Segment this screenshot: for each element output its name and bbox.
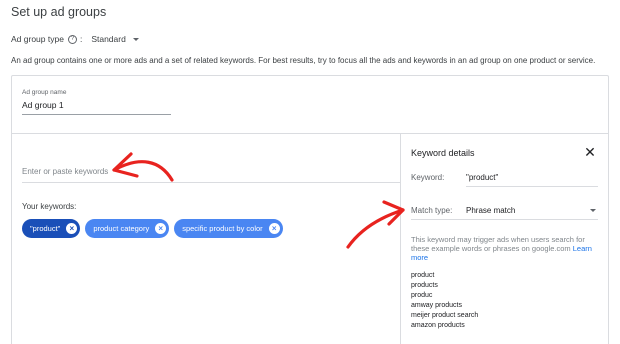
keyword-chips: "product" × product category × specific … (22, 219, 283, 238)
keyword-chip-label: "product" (30, 224, 61, 233)
match-type-hint: This keyword may trigger ads when users … (411, 235, 601, 262)
page-title: Set up ad groups (11, 5, 107, 19)
match-type-value: Phrase match (466, 206, 516, 215)
list-item: products (411, 282, 438, 289)
remove-chip-icon[interactable]: × (66, 223, 78, 234)
your-keywords-label: Your keywords: (22, 202, 77, 211)
keyword-value-field[interactable]: "product" (466, 173, 498, 182)
keyword-details-title: Keyword details (411, 148, 475, 158)
list-item: meijer product search (411, 312, 479, 319)
ad-group-type-select[interactable]: Standard (91, 34, 139, 44)
hint-text: This keyword may trigger ads when users … (411, 235, 585, 253)
ad-group-name-underline (22, 114, 171, 115)
ad-group-name-label: Ad group name (22, 89, 67, 96)
keyword-chip[interactable]: product category × (85, 219, 170, 238)
match-type-label: Match type: (411, 206, 453, 215)
keyword-label: Keyword: (411, 173, 445, 182)
chevron-down-icon (590, 209, 596, 212)
keyword-details-panel: Keyword details ✕ Keyword: "product" Mat… (400, 134, 608, 344)
keyword-chip[interactable]: "product" × (22, 219, 81, 238)
ad-group-card: Ad group name Ad group 1 Enter or paste … (11, 75, 609, 344)
remove-chip-icon[interactable]: × (155, 223, 167, 234)
ad-group-description: An ad group contains one or more ads and… (11, 56, 596, 65)
match-type-underline (411, 219, 598, 220)
keyword-field-underline (466, 186, 598, 187)
match-type-select[interactable]: Phrase match (466, 204, 598, 218)
ad-group-type-colon: : (79, 34, 83, 44)
remove-chip-icon[interactable]: × (268, 223, 280, 234)
list-item: amway products (411, 302, 462, 309)
ad-group-name-input[interactable]: Ad group 1 (22, 100, 64, 110)
ad-group-type-label: Ad group type (11, 34, 64, 44)
keyword-chip-label: product category (93, 224, 150, 233)
list-item: product (411, 272, 435, 279)
close-icon[interactable]: ✕ (583, 145, 597, 159)
ad-group-type-row: Ad group type ? : Standard (11, 32, 139, 46)
list-item: produc (411, 292, 433, 299)
keyword-chip-label: specific product by color (182, 224, 263, 233)
keyword-chip[interactable]: specific product by color × (174, 219, 283, 238)
help-icon[interactable]: ? (67, 34, 77, 44)
keyword-input[interactable]: Enter or paste keywords (22, 167, 400, 183)
list-item: amazon products (411, 322, 465, 329)
ad-group-type-value: Standard (91, 34, 126, 44)
example-phrases-list: product products produc amway products m… (411, 271, 478, 331)
chevron-down-icon (132, 37, 139, 41)
